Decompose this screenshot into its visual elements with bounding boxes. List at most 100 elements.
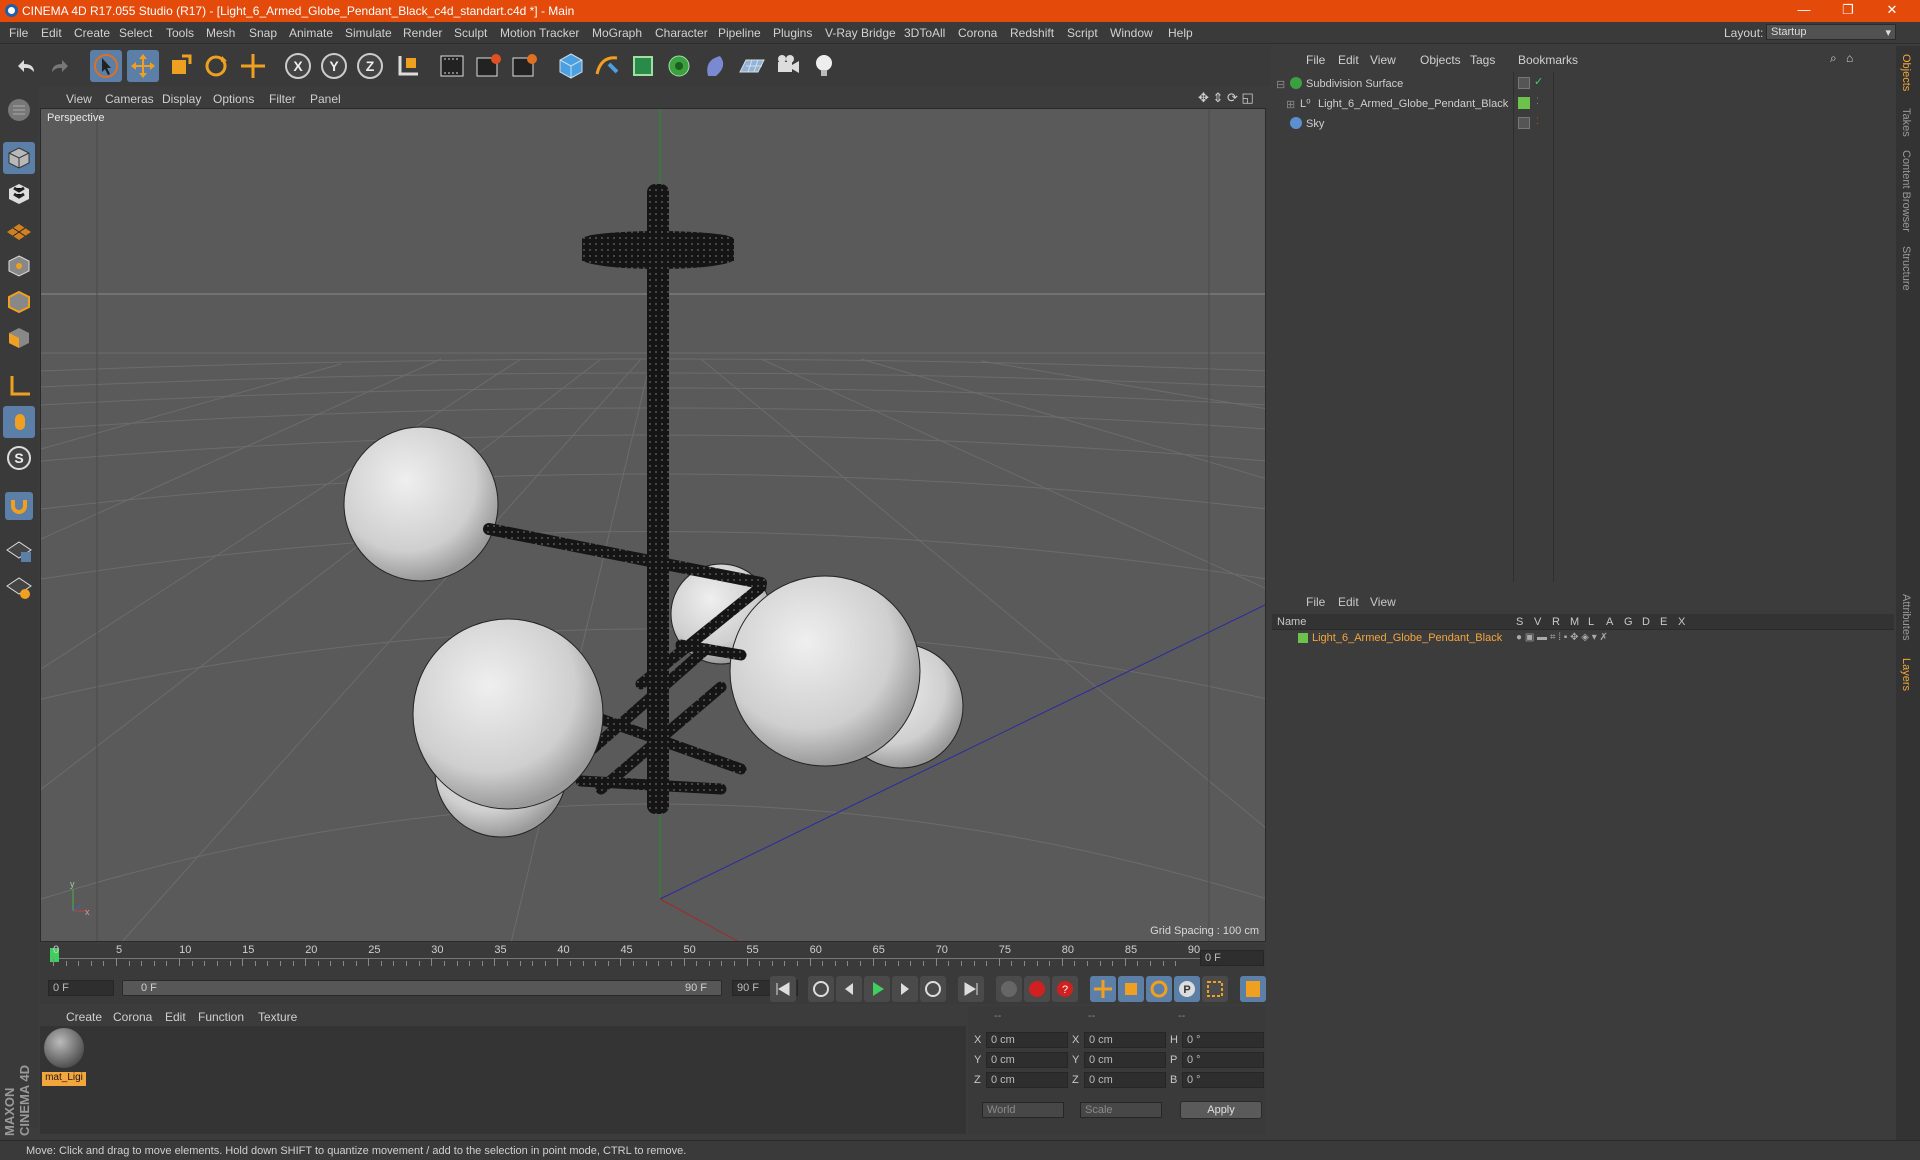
material-swatch[interactable]: mat_Ligi: [42, 1028, 86, 1086]
planar-workplane-button[interactable]: [3, 570, 35, 602]
vp-menu-view[interactable]: View: [66, 92, 92, 106]
mat-menu-function[interactable]: Function: [198, 1010, 244, 1024]
lm-menu-edit[interactable]: Edit: [1338, 595, 1359, 609]
previous-frame-button[interactable]: [836, 976, 862, 1002]
layer-color-icon[interactable]: [1518, 97, 1530, 109]
x-axis-lock-button[interactable]: X: [282, 50, 314, 82]
current-frame-field[interactable]: 0 F: [1200, 950, 1264, 966]
texture-mode-button[interactable]: [3, 178, 35, 210]
layer-row[interactable]: Light_6_Armed_Globe_Pendant_Black ● ▣ ▬ …: [1272, 630, 1894, 648]
workplane-mode-button[interactable]: [3, 214, 35, 246]
camera-object-button[interactable]: [772, 50, 804, 82]
tab-content-browser[interactable]: Content Browser: [1900, 150, 1912, 232]
tweak-mode-button[interactable]: [3, 406, 35, 438]
undo-button[interactable]: [10, 50, 42, 82]
om-menu-tags[interactable]: Tags: [1470, 53, 1495, 67]
frame-range-slider[interactable]: 0 F 90 F: [122, 980, 722, 996]
size-y-field[interactable]: 0 cm: [1084, 1052, 1166, 1068]
menu-mesh[interactable]: Mesh: [206, 26, 235, 40]
menu-edit[interactable]: Edit: [41, 26, 62, 40]
scale-tool-button[interactable]: [164, 50, 196, 82]
menu-vray-bridge[interactable]: V-Ray Bridge: [825, 26, 896, 40]
menu-tools[interactable]: Tools: [166, 26, 194, 40]
select-tool-button[interactable]: [90, 50, 122, 82]
deformer-button[interactable]: [700, 50, 732, 82]
y-axis-lock-button[interactable]: Y: [318, 50, 350, 82]
move-tool-button[interactable]: [127, 50, 159, 82]
apply-button[interactable]: Apply: [1180, 1101, 1262, 1119]
layer-color-swatch[interactable]: [1298, 633, 1308, 643]
render-picture-viewer-button[interactable]: [472, 50, 504, 82]
next-frame-button[interactable]: [892, 976, 918, 1002]
menu-redshift[interactable]: Redshift: [1010, 26, 1054, 40]
key-parameter-button[interactable]: P: [1174, 976, 1200, 1002]
vp-menu-options[interactable]: Options: [213, 92, 254, 106]
viewport-nav-icons[interactable]: ✥ ⇕ ⟳ ◱: [1198, 90, 1254, 106]
pos-z-field[interactable]: 0 cm: [986, 1072, 1068, 1088]
menu-3dtoall[interactable]: 3DToAll: [904, 26, 945, 40]
rot-p-field[interactable]: 0 °: [1182, 1052, 1264, 1068]
play-button[interactable]: [864, 976, 890, 1002]
menu-script[interactable]: Script: [1067, 26, 1098, 40]
pen-spline-button[interactable]: [591, 50, 623, 82]
edges-mode-button[interactable]: [3, 286, 35, 318]
locked-workplane-button[interactable]: [3, 534, 35, 566]
key-position-button[interactable]: [1090, 976, 1116, 1002]
mat-menu-corona[interactable]: Corona: [113, 1010, 152, 1024]
go-to-end-button[interactable]: [958, 976, 984, 1002]
menu-pipeline[interactable]: Pipeline: [718, 26, 761, 40]
render-view-button[interactable]: [436, 50, 468, 82]
coordinate-system-button[interactable]: [392, 50, 424, 82]
menu-select[interactable]: Select: [119, 26, 152, 40]
go-to-start-button[interactable]: [770, 976, 796, 1002]
menu-motion-tracker[interactable]: Motion Tracker: [500, 26, 579, 40]
layer-flag-icons[interactable]: ● ▣ ▬ ⌗ ⁞ ▪ ✥ ◈ ▾ ✗: [1516, 632, 1608, 643]
menu-simulate[interactable]: Simulate: [345, 26, 392, 40]
key-settings-button[interactable]: [996, 976, 1022, 1002]
model-mode-button[interactable]: [3, 142, 35, 174]
pos-y-field[interactable]: 0 cm: [986, 1052, 1068, 1068]
coord-system-select[interactable]: World: [982, 1102, 1064, 1118]
light-object-button[interactable]: [808, 50, 840, 82]
rot-h-field[interactable]: 0 °: [1182, 1032, 1264, 1048]
mat-menu-edit[interactable]: Edit: [165, 1010, 186, 1024]
close-button[interactable]: ✕: [1872, 2, 1912, 20]
snap-button[interactable]: S: [3, 442, 35, 474]
menu-sculpt[interactable]: Sculpt: [454, 26, 487, 40]
enabled-check-icon[interactable]: ✓: [1534, 75, 1543, 88]
menu-window[interactable]: Window: [1110, 26, 1153, 40]
floor-object-button[interactable]: [736, 50, 768, 82]
key-rotation-button[interactable]: [1146, 976, 1172, 1002]
menu-file[interactable]: File: [9, 26, 28, 40]
size-mode-select[interactable]: Scale: [1080, 1102, 1162, 1118]
object-row[interactable]: ⊞ L⁰ Light_6_Armed_Globe_Pendant_Black ⁚: [1272, 96, 1894, 114]
record-button[interactable]: [1024, 976, 1050, 1002]
search-icon[interactable]: ⌕: [1830, 51, 1837, 66]
subdivision-surface-button[interactable]: [627, 50, 659, 82]
menu-help[interactable]: Help: [1168, 26, 1193, 40]
object-row[interactable]: Sky ⁚: [1272, 116, 1894, 134]
key-scale-button[interactable]: [1118, 976, 1144, 1002]
rotate-tool-button[interactable]: [200, 50, 232, 82]
render-settings-button[interactable]: [508, 50, 540, 82]
next-key-button[interactable]: [920, 976, 946, 1002]
visibility-dots-icon[interactable]: ⁚: [1536, 116, 1539, 127]
cube-object-button[interactable]: [555, 50, 587, 82]
vp-menu-filter[interactable]: Filter: [269, 92, 296, 106]
vp-menu-cameras[interactable]: Cameras: [105, 92, 154, 106]
make-editable-button[interactable]: [3, 94, 35, 126]
points-mode-button[interactable]: [3, 250, 35, 282]
tab-attributes[interactable]: Attributes: [1900, 594, 1912, 640]
axis-mode-button[interactable]: [3, 370, 35, 402]
tab-structure[interactable]: Structure: [1900, 246, 1912, 291]
menu-render[interactable]: Render: [403, 26, 442, 40]
om-menu-view[interactable]: View: [1370, 53, 1396, 67]
expand-icon[interactable]: ⊞: [1286, 98, 1295, 111]
om-menu-bookmarks[interactable]: Bookmarks: [1518, 53, 1578, 67]
visibility-dots-icon[interactable]: ⁚: [1536, 96, 1539, 107]
previous-key-button[interactable]: [808, 976, 834, 1002]
layout-select[interactable]: Startup ▾: [1766, 24, 1896, 40]
om-menu-file[interactable]: File: [1306, 53, 1325, 67]
mat-menu-texture[interactable]: Texture: [258, 1010, 297, 1024]
vp-menu-display[interactable]: Display: [162, 92, 201, 106]
